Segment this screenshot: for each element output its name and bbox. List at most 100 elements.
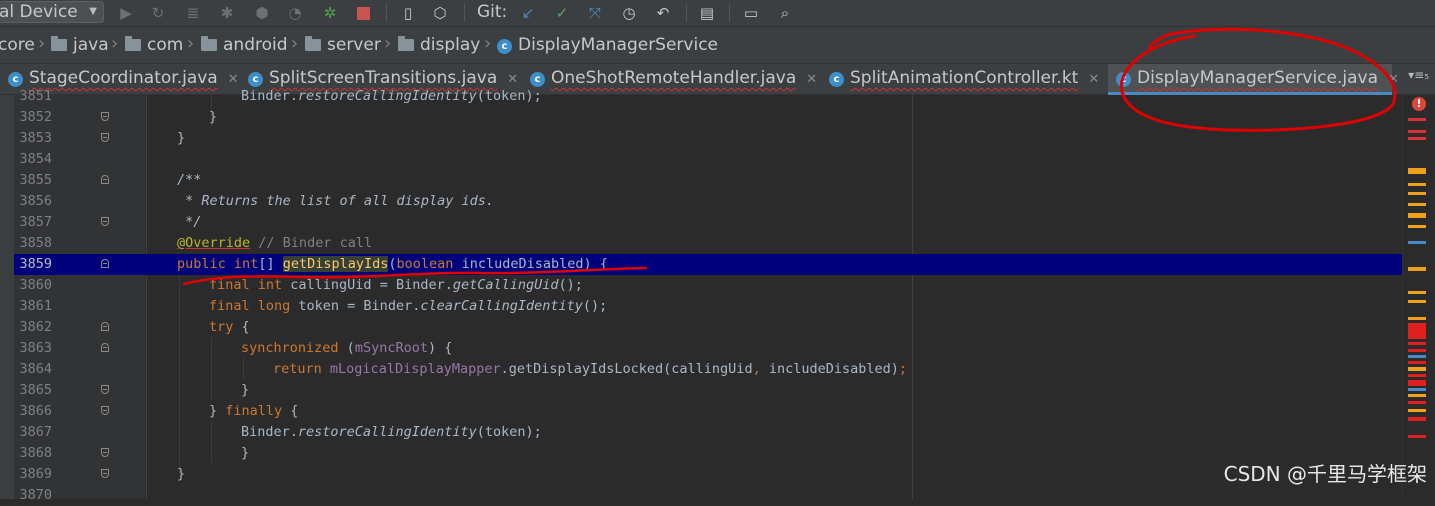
breadcrumb-item-com[interactable]: com [125,35,183,55]
code-token: (); [558,277,583,293]
code-token: { [282,403,299,419]
breadcrumb-separator: › [384,33,392,54]
tab-overflow-icon[interactable]: ▾≡₅ [1408,68,1429,82]
code-token: ( [388,256,397,272]
code-token: .getDisplayIdsLocked(callingUid [500,361,753,377]
fold-end-icon[interactable] [101,217,109,226]
close-icon[interactable]: ✕ [1388,72,1399,87]
attach-icon[interactable]: ⬢ [252,3,272,23]
line-number: 3870 [19,487,52,503]
code-line[interactable]: 3854 [14,149,1402,170]
line-number: 3861 [19,298,52,314]
code-token: restoreCallingIdentity [297,88,477,104]
line-number: 3868 [19,445,52,461]
history-icon[interactable]: ◷ [619,3,639,23]
restart-icon[interactable]: ↻ [148,3,168,23]
code-line[interactable]: 3861 final long token = Binder.clearCall… [14,296,1402,317]
search-icon[interactable]: ⌕ [775,3,795,23]
rollback-icon[interactable]: ↶ [653,3,673,23]
line-number: 3858 [19,235,52,251]
line-number: 3855 [19,172,52,188]
fold-start-icon[interactable] [101,259,109,268]
code-line[interactable]: 3863 synchronized (mSyncRoot) { [14,338,1402,359]
device-manager-icon[interactable]: ▯ [398,3,418,23]
line-number: 3856 [19,193,52,209]
breadcrumb-item-java[interactable]: java [51,35,109,55]
code-line[interactable]: 3857 */ [14,212,1402,233]
line-number: 3857 [19,214,52,230]
fold-start-icon[interactable] [101,175,109,184]
code-line[interactable]: 3853 } [14,128,1402,149]
tab-label: StageCoordinator.java [29,68,218,88]
code-token: } [177,466,186,482]
breadcrumb-item-display[interactable]: display [398,35,480,55]
fold-start-icon[interactable] [101,343,109,352]
fold-start-icon[interactable] [101,322,109,331]
code-line[interactable]: 3868 } [14,443,1402,464]
tab-label: DisplayManagerService.java [1137,68,1379,88]
breadcrumb-label: com [147,35,184,55]
code-line[interactable]: 3856 * Returns the list of all display i… [14,191,1402,212]
code-token: Binder. [241,424,298,440]
close-icon[interactable]: ✕ [1088,72,1099,87]
fold-end-icon[interactable] [101,133,109,142]
close-icon[interactable]: ✕ [507,72,518,87]
line-number: 3851 [19,88,52,104]
code-token: restoreCallingIdentity [297,424,477,440]
close-icon[interactable]: ✕ [806,72,817,87]
code-line[interactable]: 3858 @Override // Binder call [14,233,1402,254]
terminal-icon[interactable]: ▭ [741,3,761,23]
breadcrumb-separator: › [484,33,492,54]
code-keyword: int [233,256,259,272]
code-token: getCallingUid [452,277,559,293]
apply-changes-icon[interactable]: ✲ [320,3,340,23]
code-line[interactable]: 3855 /** [14,170,1402,191]
project-structure-icon[interactable]: ▤ [697,3,717,23]
fold-end-icon[interactable] [101,469,109,478]
code-line[interactable]: 3862 try { [14,317,1402,338]
breadcrumb-item-server[interactable]: server [305,35,381,55]
run-icon[interactable]: ▶ [116,3,136,23]
code-line[interactable]: 3866 } finally { [14,401,1402,422]
code-token: } [241,445,250,461]
breadcrumb-item-class[interactable]: c DisplayManagerService [497,35,718,55]
profiler-icon[interactable]: ≣ [183,3,203,23]
code-line[interactable]: 3852 } [14,107,1402,128]
code-line-current[interactable]: 3859 public int[] getDisplayIds(boolean … [14,254,1402,275]
line-number: 3854 [19,151,52,167]
code-token: , [752,361,761,377]
git-push-icon[interactable]: ⤧ [585,3,605,23]
breadcrumb-item-android[interactable]: android [201,35,288,55]
sdk-manager-icon[interactable]: ⬡ [430,3,450,23]
dashboard-icon[interactable]: ◔ [285,3,305,23]
fold-end-icon[interactable] [101,112,109,121]
class-icon: c [530,72,545,87]
fold-end-icon[interactable] [101,385,109,394]
close-icon[interactable]: ✕ [228,72,239,87]
line-number: 3853 [19,130,52,146]
code-line[interactable]: 3869 } [14,464,1402,485]
git-update-icon[interactable]: ↙ [518,3,538,23]
fold-end-icon[interactable] [101,406,109,415]
code-line[interactable]: 3867 Binder.restoreCallingIdentity(token… [14,422,1402,443]
class-icon: c [1116,72,1131,87]
device-selector[interactable]: al Device ▼ [0,1,104,23]
fold-end-icon[interactable] [101,448,109,457]
stop-icon[interactable] [353,3,373,23]
code-line[interactable]: 3851 Binder.restoreCallingIdentity(token… [14,86,1402,107]
folder-icon [398,36,414,51]
code-token: callingUid = Binder. [282,277,453,293]
breadcrumb-separator: › [187,33,195,54]
tab-label: SplitScreenTransitions.java [269,68,498,88]
code-line[interactable]: 3865 } [14,380,1402,401]
code-keyword: try [209,319,234,335]
code-line[interactable]: 3870 [14,485,1402,506]
line-number: 3867 [19,424,52,440]
code-line[interactable]: 3864 return mLogicalDisplayMapper.getDis… [14,359,1402,380]
breadcrumb: core › java › com › android › server › d… [0,27,1435,64]
git-commit-icon[interactable]: ✓ [552,3,572,23]
breadcrumb-item-core[interactable]: core [0,35,35,55]
code-line[interactable]: 3860 final int callingUid = Binder.getCa… [14,275,1402,296]
debug-icon[interactable]: ✱ [217,3,237,23]
code-token: includeDisabled) [760,361,899,377]
